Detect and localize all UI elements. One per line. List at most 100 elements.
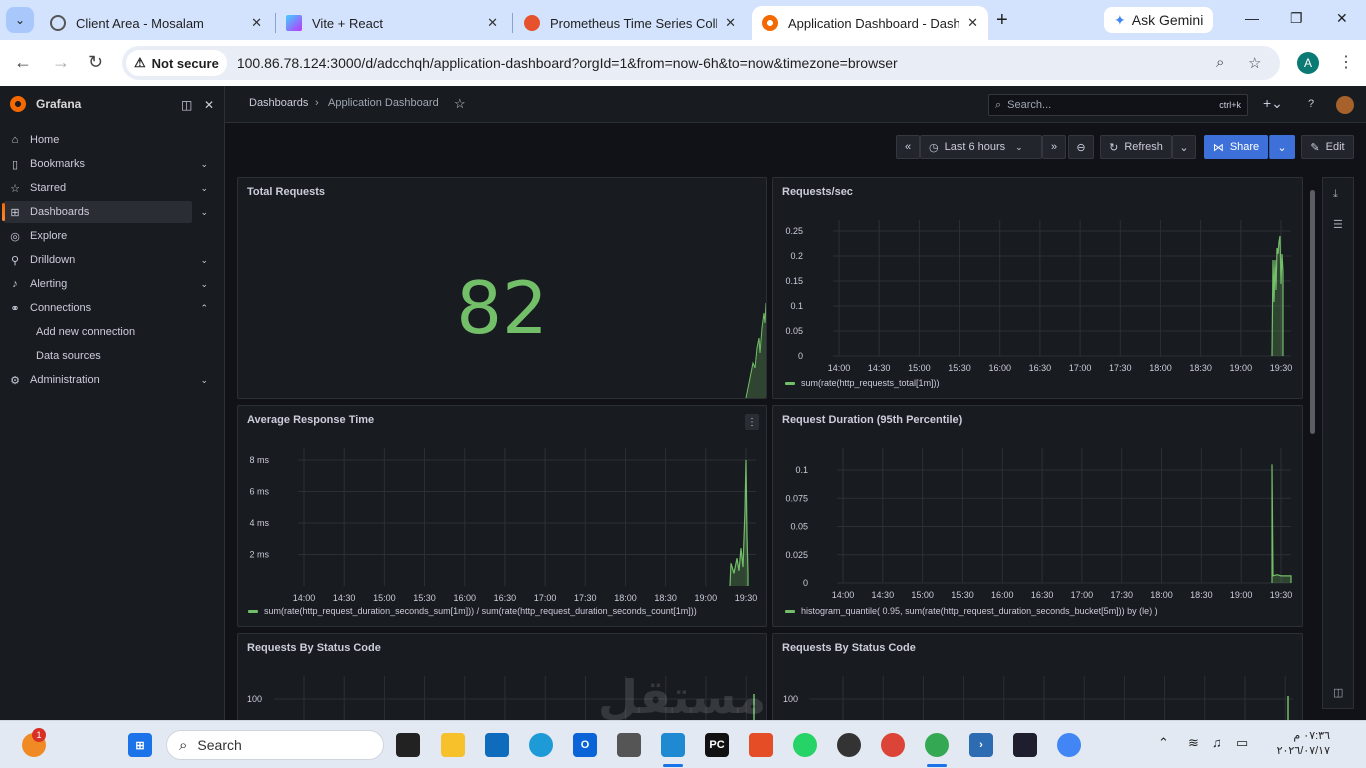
time-back-button[interactable]: «: [896, 135, 920, 159]
share-button[interactable]: ⋈ Share: [1204, 135, 1268, 159]
tab-client-area[interactable]: Client Area - Mosalam ✕: [40, 6, 272, 40]
vite-app-icon[interactable]: [1013, 733, 1037, 757]
close-icon[interactable]: ✕: [967, 15, 978, 31]
wifi-icon[interactable]: ≋: [1188, 735, 1199, 751]
nav-add-new-connection[interactable]: Add new connection: [36, 326, 135, 338]
close-window-button[interactable]: ✕: [1336, 10, 1348, 27]
nav-alerting[interactable]: ♪ Alerting ⌄: [4, 273, 208, 295]
nav-connections[interactable]: ⚭ Connections ⌃: [4, 297, 208, 319]
whatsapp-icon[interactable]: [793, 733, 817, 757]
taskbar-clock[interactable]: ٠٧:٣٦ م ٢٠٢٦/٠٧/١٧: [1270, 729, 1330, 759]
panel-requests-sec[interactable]: Requests/sec 14:00 14:30 15:00 15:30 16:00 16…: [772, 177, 1303, 399]
tab-application-dashboard[interactable]: Application Dashboard - Dashb ✕: [752, 6, 988, 40]
nav-starred[interactable]: ☆ Starred ⌄: [4, 177, 208, 199]
breadcrumb-dashboards[interactable]: Dashboards: [249, 97, 308, 109]
time-picker-button[interactable]: ◷ Last 6 hours ⌄: [920, 135, 1042, 159]
tab-search-button[interactable]: ⌄: [6, 7, 34, 33]
chevron-down-icon[interactable]: ⌄: [200, 183, 208, 194]
grafana-brand[interactable]: Grafana: [10, 96, 81, 112]
new-menu-button[interactable]: +⌄: [1263, 95, 1283, 112]
nav-drilldown[interactable]: ⚲ Drilldown ⌄: [4, 249, 208, 271]
legend-item[interactable]: sum(rate(http_requests_total[1m])): [785, 378, 940, 388]
ask-gemini-button[interactable]: ✦ Ask Gemini: [1104, 7, 1214, 33]
volume-icon[interactable]: ♫: [1212, 735, 1222, 750]
chrome-icon[interactable]: [925, 733, 949, 757]
panel-total-requests[interactable]: Total Requests 82: [237, 177, 767, 399]
chevron-down-icon[interactable]: ⌄: [200, 159, 208, 170]
star-icon[interactable]: ☆: [454, 96, 466, 112]
pycharm-icon[interactable]: PC: [705, 733, 729, 757]
chrome-menu-icon[interactable]: ⋮: [1338, 52, 1354, 72]
help-icon[interactable]: ?: [1308, 98, 1314, 110]
taskbar-search[interactable]: ⌕ Search: [166, 730, 384, 760]
vscode-icon[interactable]: [661, 733, 685, 757]
battery-icon[interactable]: ▭: [1236, 735, 1248, 751]
chevron-down-icon[interactable]: ⌄: [200, 255, 208, 266]
zoom-icon[interactable]: ⌕: [1216, 54, 1224, 71]
powershell-icon[interactable]: ›: [969, 733, 993, 757]
close-icon[interactable]: ✕: [251, 15, 262, 31]
outline-icon[interactable]: ☰: [1333, 218, 1343, 231]
nav-explore[interactable]: ◎ Explore: [4, 225, 192, 247]
nav-administration[interactable]: ⚙ Administration ⌄: [4, 369, 208, 391]
maximize-button[interactable]: ❐: [1290, 10, 1303, 27]
refresh-interval-dropdown[interactable]: ⌄: [1172, 135, 1196, 159]
zoom-out-button[interactable]: ⊖: [1068, 135, 1094, 159]
omnibox[interactable]: ⚠ Not secure 100.86.78.124:3000/d/adcchq…: [122, 46, 1280, 80]
new-tab-button[interactable]: +: [996, 9, 1008, 32]
legend-item[interactable]: sum(rate(http_request_duration_seconds_s…: [248, 606, 697, 616]
nav-home[interactable]: ⌂ Home: [4, 129, 192, 151]
tab-vite-react[interactable]: Vite + React ✕: [276, 6, 508, 40]
search-input[interactable]: ⌕ Search... ctrl+k: [988, 94, 1248, 116]
dock-panel-icon[interactable]: ◫: [1333, 686, 1343, 699]
x-tick-label: 14:00: [828, 363, 851, 373]
back-button[interactable]: ←: [14, 52, 32, 73]
close-icon[interactable]: ✕: [487, 15, 498, 31]
nav-data-sources[interactable]: Data sources: [36, 350, 101, 362]
tab-prometheus[interactable]: Prometheus Time Series Collect ✕: [514, 6, 746, 40]
nav-dashboards[interactable]: ⊞ Dashboards ⌄: [2, 201, 208, 223]
chrome-icon[interactable]: [1057, 733, 1081, 757]
forward-button[interactable]: →: [52, 52, 70, 73]
chevron-up-icon[interactable]: ⌃: [1158, 735, 1169, 751]
media-app-icon[interactable]: [617, 733, 641, 757]
close-icon[interactable]: ✕: [204, 98, 214, 112]
chevron-up-icon[interactable]: ⌃: [200, 303, 208, 314]
download-icon[interactable]: ⤓: [1333, 188, 1338, 201]
obs-icon[interactable]: [837, 733, 861, 757]
share-dropdown[interactable]: ⌄: [1269, 135, 1295, 159]
panel-average-response-time[interactable]: Average Response Time ⋮ 14:00 14:30 15:00 1…: [237, 405, 767, 627]
site-info-chip[interactable]: ⚠ Not secure: [126, 50, 227, 76]
panel-request-duration-p95[interactable]: Request Duration (95th Percentile) 14:00…: [772, 405, 1303, 627]
git-icon[interactable]: [749, 733, 773, 757]
y-tick-label: 4 ms: [249, 518, 269, 528]
bookmark-star-icon[interactable]: ☆: [1248, 54, 1261, 72]
edit-button[interactable]: ✎ Edit: [1301, 135, 1354, 159]
task-view-icon[interactable]: [396, 733, 420, 757]
panel-requests-by-status-code[interactable]: Requests By Status Code 100: [772, 633, 1303, 723]
chevron-down-icon[interactable]: ⌄: [200, 375, 208, 386]
dock-menu-icon[interactable]: ◫: [181, 98, 192, 112]
x-tick-label: 19:30: [1270, 363, 1293, 373]
close-icon[interactable]: ✕: [725, 15, 736, 31]
time-forward-button[interactable]: »: [1042, 135, 1066, 159]
profile-avatar[interactable]: A: [1297, 52, 1319, 74]
outlook-icon[interactable]: O: [573, 733, 597, 757]
scrollbar[interactable]: [1310, 190, 1315, 434]
nav-bookmarks[interactable]: ▯ Bookmarks ⌄: [4, 153, 208, 175]
chevron-down-icon[interactable]: ⌄: [200, 207, 208, 218]
legend-item[interactable]: histogram_quantile( 0.95, sum(rate(http_…: [785, 606, 1158, 616]
edge-icon[interactable]: [529, 733, 553, 757]
chrome-icon[interactable]: [881, 733, 905, 757]
windows-start-icon[interactable]: ⊞: [128, 733, 152, 757]
x-tick-label: 14:30: [872, 590, 895, 600]
file-explorer-icon[interactable]: [441, 733, 465, 757]
reload-button[interactable]: ↻: [88, 52, 103, 73]
refresh-button[interactable]: ↻ Refresh: [1100, 135, 1172, 159]
url-text[interactable]: 100.86.78.124:3000/d/adcchqh/application…: [237, 55, 898, 71]
microsoft-store-icon[interactable]: [485, 733, 509, 757]
browser-tab-strip: ⌄ Client Area - Mosalam ✕ Vite + React ✕…: [0, 0, 1366, 40]
chevron-down-icon[interactable]: ⌄: [200, 279, 208, 290]
minimize-button[interactable]: —: [1245, 10, 1259, 26]
user-avatar[interactable]: [1336, 96, 1354, 114]
